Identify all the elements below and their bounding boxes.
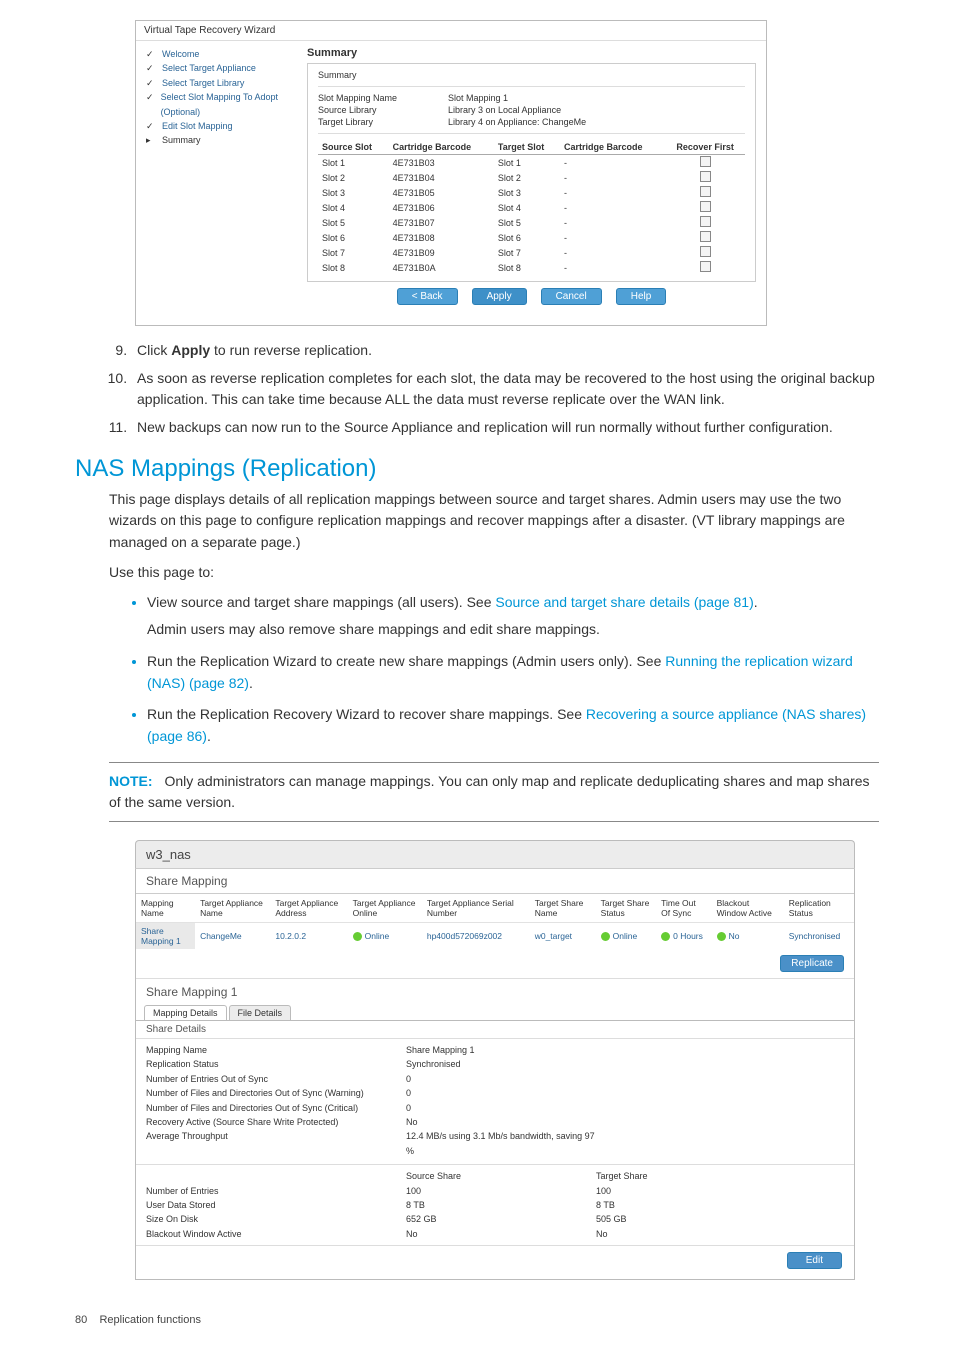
wizard-slot-row: Slot 84E731B0ASlot 8- — [318, 260, 745, 275]
bullet-list: View source and target share mappings (a… — [127, 592, 879, 748]
replicate-button[interactable]: Replicate — [780, 955, 844, 972]
compare-row: Blackout Window ActiveNoNo — [136, 1227, 854, 1241]
detail-row: Average Throughput12.4 MB/s using 3.1 Mb… — [146, 1129, 844, 1158]
tab-row: Mapping Details File Details — [136, 1005, 854, 1021]
share-mapping-header: Share Mapping — [136, 869, 854, 894]
status-icon — [717, 932, 726, 941]
recover-first-checkbox[interactable] — [700, 216, 711, 227]
recover-first-checkbox[interactable] — [700, 201, 711, 212]
share-mapping-1-title: Share Mapping 1 — [136, 978, 854, 1005]
note-label: NOTE: — [109, 773, 153, 789]
wizard-slot-table: Source Slot Cartridge Barcode Target Slo… — [318, 140, 745, 275]
wizard-slot-row: Slot 34E731B05Slot 3- — [318, 185, 745, 200]
section-paragraph-1: This page displays details of all replic… — [109, 489, 879, 554]
bullet-1: View source and target share mappings (a… — [147, 592, 879, 641]
step-9: Click Apply to run reverse replication. — [131, 340, 879, 362]
recover-first-checkbox[interactable] — [700, 261, 711, 272]
nas-page-title: w3_nas — [135, 840, 855, 868]
tab-mapping-details[interactable]: Mapping Details — [144, 1005, 227, 1020]
wizard-slot-row: Slot 54E731B07Slot 5- — [318, 215, 745, 230]
wizard-slot-row: Slot 74E731B09Slot 7- — [318, 245, 745, 260]
wizard-slot-row: Slot 64E731B08Slot 6- — [318, 230, 745, 245]
step-10: As soon as reverse replication completes… — [131, 368, 879, 411]
wizard-slot-row: Slot 44E731B06Slot 4- — [318, 200, 745, 215]
status-icon — [353, 932, 362, 941]
note-block: NOTE: Only administrators can manage map… — [109, 762, 879, 822]
wizard-title: Virtual Tape Recovery Wizard — [136, 21, 766, 41]
section-heading: NAS Mappings (Replication) — [75, 455, 879, 483]
bullet-2: Run the Replication Wizard to create new… — [147, 651, 879, 694]
wizard-slot-row: Slot 14E731B03Slot 1- — [318, 155, 745, 171]
section-paragraph-2: Use this page to: — [109, 562, 879, 584]
apply-button[interactable]: Apply — [472, 288, 527, 305]
recover-first-checkbox[interactable] — [700, 186, 711, 197]
compare-row: Size On Disk652 GB505 GB — [136, 1212, 854, 1226]
compare-row: User Data Stored8 TB8 TB — [136, 1198, 854, 1212]
wizard-steps-sidebar: ✓Welcome ✓Select Target Appliance ✓Selec… — [136, 41, 307, 325]
wizard-section-title: Summary — [307, 47, 756, 59]
tab-file-details[interactable]: File Details — [229, 1005, 292, 1020]
detail-row: Mapping NameShare Mapping 1 — [146, 1043, 844, 1057]
help-button[interactable]: Help — [616, 288, 667, 305]
wizard-screenshot: Virtual Tape Recovery Wizard ✓Welcome ✓S… — [135, 20, 767, 326]
link-source-target-details[interactable]: Source and target share details (page 81… — [495, 594, 753, 610]
detail-row: Number of Files and Directories Out of S… — [146, 1086, 844, 1100]
share-mapping-table: Mapping NameTarget Appliance NameTarget … — [136, 894, 854, 949]
mapping-details-grid: Mapping NameShare Mapping 1Replication S… — [136, 1039, 854, 1162]
recover-first-checkbox[interactable] — [700, 156, 711, 167]
step-11: New backups can now run to the Source Ap… — [131, 417, 879, 439]
detail-row: Number of Entries Out of Sync0 — [146, 1072, 844, 1086]
recover-first-checkbox[interactable] — [700, 171, 711, 182]
edit-button[interactable]: Edit — [787, 1252, 842, 1269]
cancel-button[interactable]: Cancel — [541, 288, 602, 305]
bullet-3: Run the Replication Recovery Wizard to r… — [147, 704, 879, 747]
detail-row: Replication StatusSynchronised — [146, 1057, 844, 1071]
page-footer: 80 Replication functions — [75, 1314, 879, 1326]
recover-first-checkbox[interactable] — [700, 246, 711, 257]
instruction-steps: Click Apply to run reverse replication. … — [109, 340, 879, 439]
compare-row: Number of Entries100100 — [136, 1184, 854, 1198]
back-button[interactable]: < Back — [397, 288, 458, 305]
wizard-slot-row: Slot 24E731B04Slot 2- — [318, 170, 745, 185]
detail-row: Recovery Active (Source Share Write Prot… — [146, 1115, 844, 1129]
share-details-label: Share Details — [136, 1021, 854, 1039]
detail-row: Number of Files and Directories Out of S… — [146, 1101, 844, 1115]
status-icon — [661, 932, 670, 941]
recover-first-checkbox[interactable] — [700, 231, 711, 242]
status-icon — [601, 932, 610, 941]
nas-mapping-screenshot: w3_nas Share Mapping Mapping NameTarget … — [135, 840, 855, 1280]
